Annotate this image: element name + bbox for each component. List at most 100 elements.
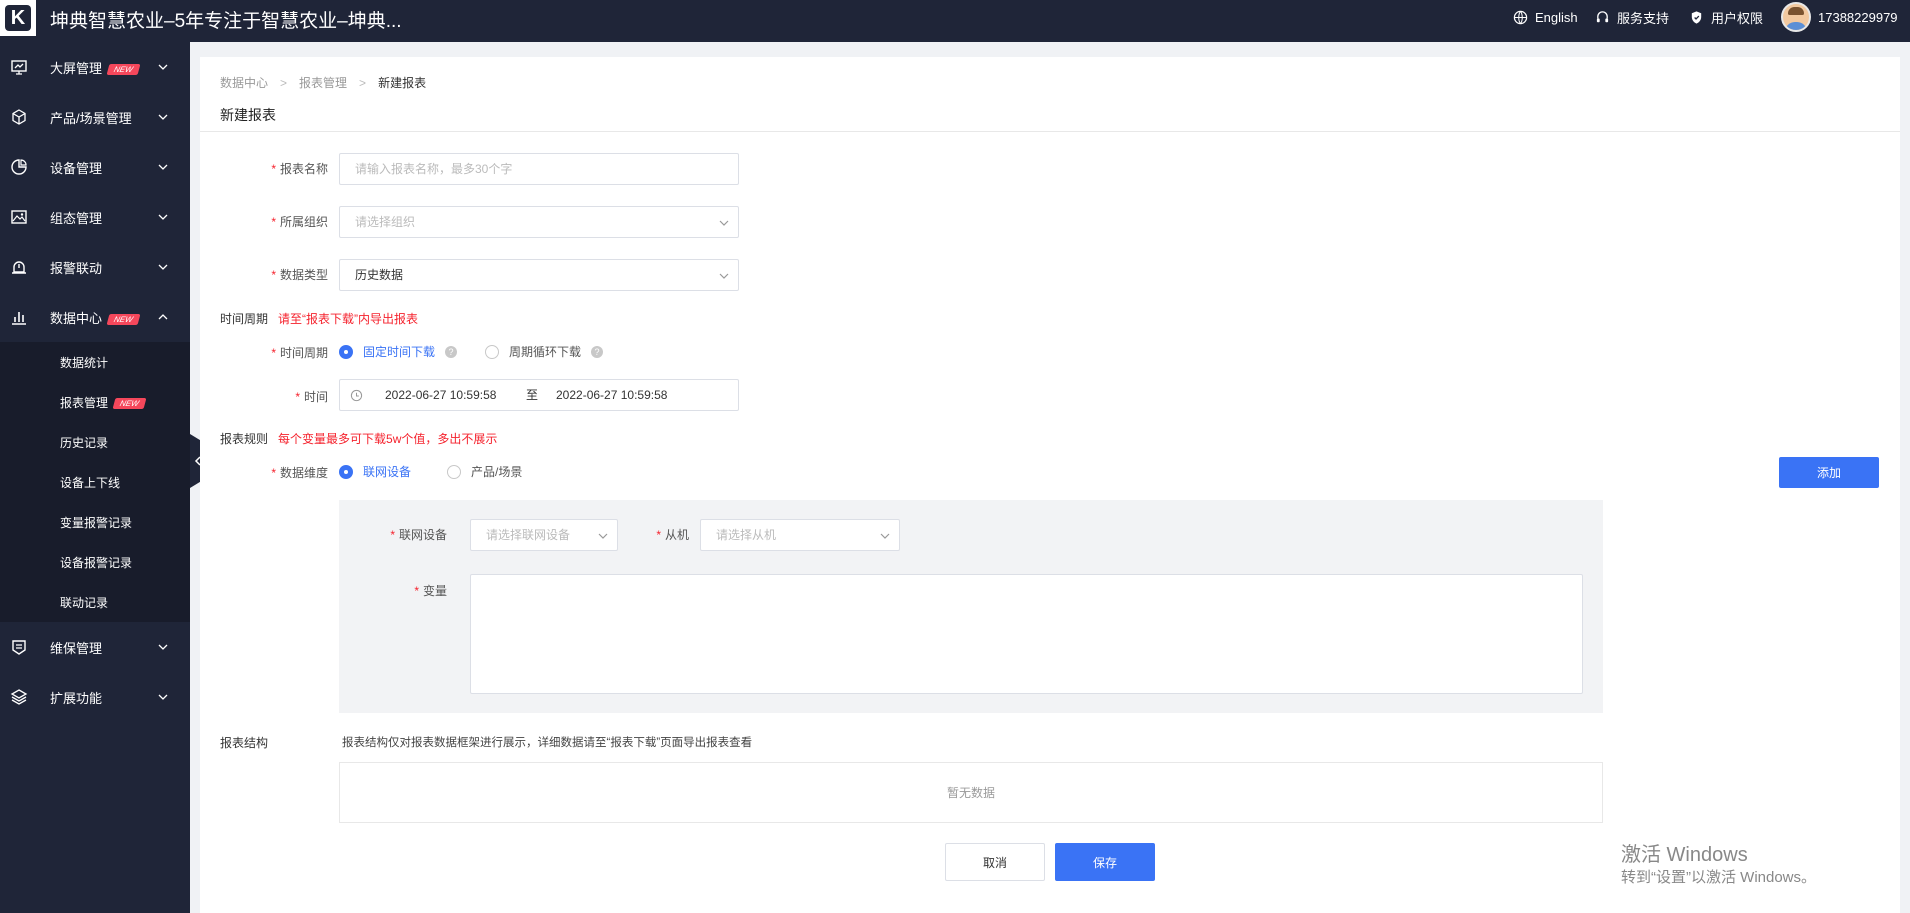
new-badge: NEW <box>106 313 141 325</box>
empty-text: 暂无数据 <box>946 786 995 800</box>
radio-checked-icon <box>339 344 353 359</box>
sidebar-item-maintenance[interactable]: 维保管理 <box>0 622 190 672</box>
breadcrumb-item-report-management[interactable]: 报表管理 <box>299 74 347 91</box>
user-permissions-link[interactable]: 用户权限 <box>1689 0 1763 34</box>
org-select-placeholder: 请选择组织 <box>355 215 416 229</box>
radio-product-label: 产品/场景 <box>471 465 523 479</box>
variable-area[interactable] <box>470 574 1583 694</box>
new-badge: NEW <box>106 63 141 75</box>
image-icon <box>11 210 27 224</box>
chevron-down-icon <box>880 533 890 539</box>
avatar <box>1781 2 1811 32</box>
cancel-button[interactable]: 取消 <box>945 843 1045 881</box>
dimension-label: * 数据维度 <box>271 466 328 480</box>
sidebar: 大屏管理 NEW 产品/场景管理 设备管理 组态管理 报警联动 数据中心 NEW 数… <box>0 42 190 913</box>
user-permissions-label: 用户权限 <box>1711 10 1764 26</box>
layers-icon <box>10 689 28 705</box>
radio-device[interactable]: 联网设备 <box>339 463 411 480</box>
sidebar-item-data-center[interactable]: 数据中心 NEW <box>0 292 190 342</box>
help-icon[interactable]: ? <box>591 345 604 358</box>
sidebar-item-label: 扩展功能 <box>50 690 103 706</box>
user-menu[interactable]: 17388229979 <box>1781 0 1898 34</box>
sidebar-subitem-history[interactable]: 历史记录 <box>60 434 108 451</box>
slave-select[interactable]: 请选择从机 <box>700 519 900 551</box>
sidebar-item-label: 设备管理 <box>50 160 103 176</box>
app-logo[interactable]: K <box>0 0 36 36</box>
sidebar-item-label: 大屏管理 NEW <box>50 58 141 77</box>
breadcrumb-item-data-center[interactable]: 数据中心 <box>220 74 268 91</box>
service-support-label: 服务支持 <box>1617 10 1670 26</box>
time-start[interactable]: 2022-06-27 10:59:58 <box>385 380 496 410</box>
sidebar-item-label: 产品/场景管理 <box>50 110 132 126</box>
radio-cycle-download[interactable]: 周期循环下载 ? <box>485 343 604 360</box>
alarm-icon <box>12 261 26 274</box>
variable-condition-box: * 联网设备 请选择联网设备 * 从机 请选择从机 * 变量 <box>339 500 1603 713</box>
chevron-down-icon <box>158 644 168 650</box>
maintenance-icon <box>12 640 26 655</box>
sidebar-subitem-device-alarms[interactable]: 设备报警记录 <box>60 554 132 571</box>
main-content: 数据中心 > 报表管理 > 新建报表 新建报表 * 报表名称 请输入报表名称，最多… <box>200 57 1900 913</box>
data-type-label: * 数据类型 <box>271 268 328 282</box>
sidebar-item-label: 维保管理 <box>50 640 103 656</box>
chevron-down-icon <box>158 214 168 220</box>
radio-product[interactable]: 产品/场景 <box>447 463 522 480</box>
radio-unchecked-icon <box>485 344 499 359</box>
headset-icon <box>1596 10 1609 22</box>
chevron-up-icon <box>158 314 168 320</box>
structure-table: 暂无数据 <box>339 762 1603 823</box>
windows-activation-title: 激活 Windows <box>1621 844 1748 866</box>
chevron-down-icon <box>158 694 168 700</box>
sidebar-item-configuration[interactable]: 组态管理 <box>0 192 190 242</box>
radio-cycle-label: 周期循环下载 <box>509 345 582 359</box>
structure-hint: 报表结构仅对报表数据框架进行展示，详细数据请至“报表下载”页面导出报表查看 <box>342 737 753 749</box>
report-name-label: * 报表名称 <box>271 162 328 176</box>
sidebar-subitem-linkage[interactable]: 联动记录 <box>60 594 108 611</box>
org-select[interactable]: 请选择组织 <box>339 206 739 238</box>
add-button[interactable]: 添加 <box>1779 457 1879 488</box>
device-select[interactable]: 请选择联网设备 <box>470 519 618 551</box>
sidebar-item-products[interactable]: 产品/场景管理 <box>0 92 190 142</box>
radio-checked-icon <box>339 464 353 479</box>
language-switch[interactable]: English <box>1513 0 1578 34</box>
data-type-value: 历史数据 <box>355 268 404 282</box>
top-bar: K 坤典智慧农业–5年专注于智慧农业–坤典... English 服务支持 用户… <box>0 0 1910 42</box>
help-icon[interactable]: ? <box>445 345 458 358</box>
chevron-down-icon <box>598 533 608 539</box>
sidebar-subitem-device-online[interactable]: 设备上下线 <box>60 474 120 491</box>
data-type-select[interactable]: 历史数据 <box>339 259 739 291</box>
slave-select-placeholder: 请选择从机 <box>716 528 777 542</box>
radio-device-label: 联网设备 <box>363 465 412 479</box>
chevron-down-icon <box>719 273 729 279</box>
sidebar-subitem-variable-alarms[interactable]: 变量报警记录 <box>60 514 132 531</box>
sidebar-item-screen[interactable]: 大屏管理 NEW <box>0 42 190 92</box>
cube-icon <box>12 109 26 125</box>
sidebar-item-label: 报警联动 <box>50 260 103 276</box>
save-button[interactable]: 保存 <box>1055 843 1155 881</box>
radio-fixed-download[interactable]: 固定时间下载 ? <box>339 343 458 360</box>
logo-letter: K <box>5 5 31 31</box>
chevron-down-icon <box>158 164 168 170</box>
time-range-picker[interactable]: 2022-06-27 10:59:58 至 2022-06-27 10:59:5… <box>339 379 739 411</box>
structure-title: 报表结构 <box>220 736 269 750</box>
breadcrumb-separator-icon: > <box>359 75 367 90</box>
header-divider <box>200 131 1900 132</box>
org-label: * 所属组织 <box>271 215 328 229</box>
sidebar-item-alarms[interactable]: 报警联动 <box>0 242 190 292</box>
user-phone: 17388229979 <box>1818 9 1898 25</box>
sidebar-subitem-reports[interactable]: 报表管理 NEW <box>60 394 147 411</box>
time-label: * 时间 <box>295 390 328 404</box>
app-title: 坤典智慧农业–5年专注于智慧农业–坤典... <box>50 11 402 32</box>
report-name-input[interactable]: 请输入报表名称，最多30个字 <box>339 153 739 185</box>
windows-activation-hint: 转到“设置”以激活 Windows。 <box>1621 869 1817 886</box>
radio-unchecked-icon <box>447 464 461 479</box>
sidebar-subitem-statistics[interactable]: 数据统计 <box>60 354 108 371</box>
variable-label: * 变量 <box>414 584 447 598</box>
sidebar-item-extensions[interactable]: 扩展功能 <box>0 672 190 722</box>
language-label: English <box>1535 9 1578 25</box>
chevron-down-icon <box>158 64 168 70</box>
time-end[interactable]: 2022-06-27 10:59:58 <box>556 380 667 410</box>
rules-section-warning: 每个变量最多可下载5w个值，多出不展示 <box>278 432 498 446</box>
service-support-link[interactable]: 服务支持 <box>1595 0 1669 34</box>
sidebar-item-devices[interactable]: 设备管理 <box>0 142 190 192</box>
device-label: * 联网设备 <box>390 528 447 542</box>
